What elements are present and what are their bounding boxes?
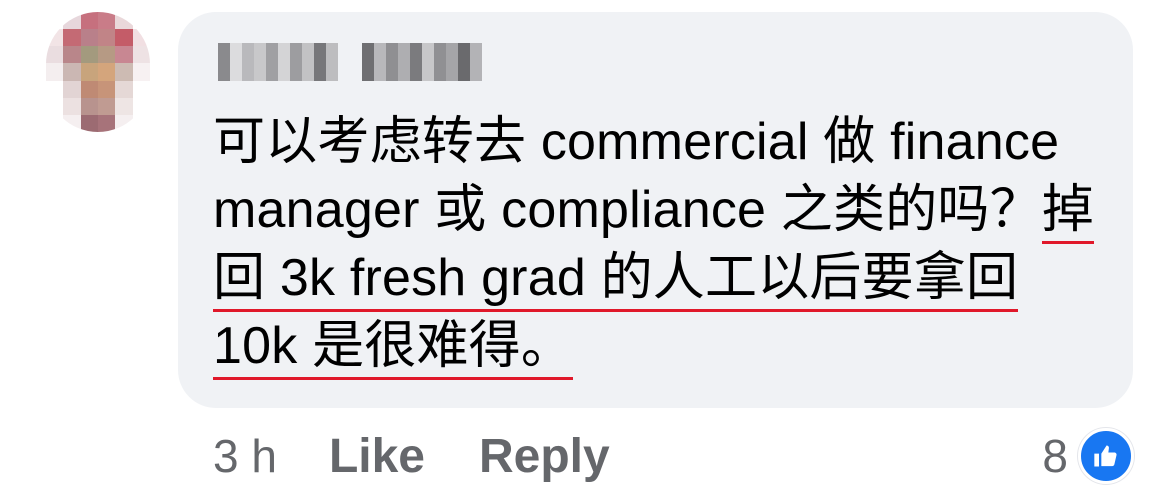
thumbs-up-icon xyxy=(1078,428,1134,484)
comment-author-name[interactable] xyxy=(218,40,482,84)
comment-text-plain: 可以考虑转去 commercial 做 finance manager 或 co… xyxy=(213,113,1060,239)
reaction-count: 8 xyxy=(1042,430,1068,482)
reply-button[interactable]: Reply xyxy=(479,429,610,484)
comment-text: 可以考虑转去 commercial 做 finance manager 或 co… xyxy=(213,108,1113,380)
avatar[interactable] xyxy=(46,12,150,132)
author-name-blurred xyxy=(218,43,338,81)
author-surname-blurred xyxy=(362,43,482,81)
reaction-summary[interactable]: 8 xyxy=(1042,428,1134,484)
like-button[interactable]: Like xyxy=(329,429,425,484)
comment-timestamp[interactable]: 3 h xyxy=(213,429,277,483)
comment-actions: 3 h Like Reply xyxy=(213,428,664,484)
avatar-blurred xyxy=(46,12,150,132)
